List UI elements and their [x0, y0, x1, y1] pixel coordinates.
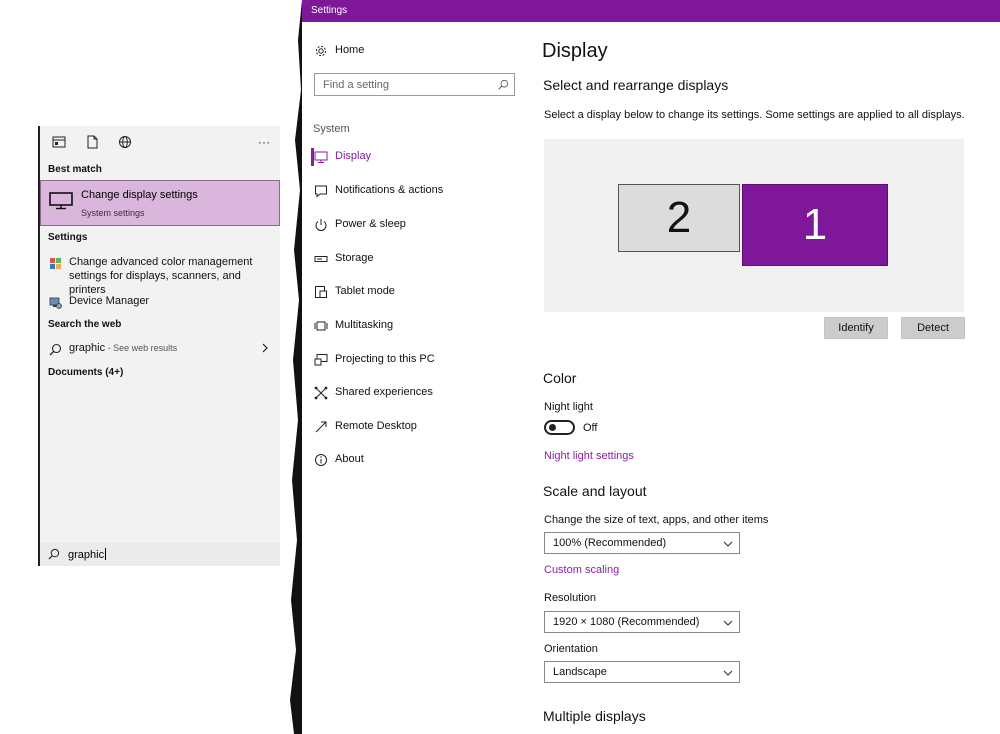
nav-item-notifications[interactable]: Notifications & actions — [312, 182, 522, 202]
scale-layout-title: Scale and layout — [543, 483, 647, 499]
tablet-icon — [315, 286, 327, 298]
search-icon — [498, 79, 509, 90]
search-toolbar: ··· — [40, 126, 280, 160]
nav-item-label: Storage — [335, 252, 374, 264]
detect-button[interactable]: Detect — [901, 317, 965, 339]
color-section-title: Color — [543, 370, 577, 386]
web-search-label: graphic - See web results — [69, 342, 178, 354]
nav-item-label: Shared experiences — [335, 386, 433, 398]
device-manager-icon — [49, 297, 62, 309]
search-web-header: Search the web — [48, 319, 122, 330]
notification-icon — [315, 185, 327, 198]
nav-group-system: System — [313, 123, 350, 135]
nav-item-label: Notifications & actions — [335, 184, 444, 196]
find-setting-placeholder: Find a setting — [323, 79, 390, 91]
search-query[interactable]: graphic — [68, 548, 107, 561]
night-light-state: Off — [583, 422, 598, 434]
color-management-label: Change advanced color management settings… — [69, 256, 253, 296]
resolution-value: 1920 × 1080 (Recommended) — [553, 616, 700, 628]
toggle-knob — [549, 424, 556, 431]
custom-scaling-link[interactable]: Custom scaling — [544, 564, 619, 576]
gear-icon — [315, 45, 327, 57]
window-title: Settings — [311, 5, 348, 16]
device-manager-label: Device Manager — [69, 295, 150, 307]
night-light-label: Night light — [544, 401, 593, 413]
monitor-icon — [314, 151, 328, 163]
nav-item-label: About — [335, 453, 364, 465]
arrange-displays-description: Select a display below to change its set… — [544, 109, 965, 121]
settings-window: Settings Home Find a setting System Disp… — [302, 0, 1000, 734]
search-box[interactable]: graphic — [40, 543, 280, 566]
color-management-result[interactable]: Change advanced color management settings… — [40, 255, 280, 296]
nav-item-label: Projecting to this PC — [335, 353, 435, 365]
nav-item-power[interactable]: Power & sleep — [312, 216, 522, 236]
orientation-dropdown[interactable]: Landscape — [544, 661, 740, 683]
web-search-result[interactable]: graphic - See web results — [40, 341, 280, 357]
documents-header[interactable]: Documents (4+) — [48, 367, 123, 378]
nav-item-label: Display — [335, 150, 372, 162]
chevron-down-icon — [723, 670, 733, 676]
nav-item-label: Power & sleep — [335, 218, 406, 230]
nav-item-tablet-mode[interactable]: Tablet mode — [312, 283, 522, 303]
settings-header: Settings — [48, 232, 88, 243]
nav-home[interactable]: Home — [312, 42, 522, 62]
remote-desktop-icon — [315, 421, 327, 433]
display-1[interactable]: 1 — [742, 184, 888, 266]
display-arrangement-area[interactable]: 2 1 — [544, 139, 964, 312]
scale-label: Change the size of text, apps, and other… — [544, 514, 769, 526]
nav-home-label: Home — [335, 44, 365, 56]
identify-button[interactable]: Identify — [824, 317, 888, 339]
page-title: Display — [542, 40, 608, 62]
apps-filter-icon[interactable] — [51, 134, 67, 150]
color-management-icon — [50, 258, 61, 269]
multiple-displays-title: Multiple displays — [543, 708, 646, 724]
nav-item-label: Remote Desktop — [335, 420, 417, 432]
more-options-icon[interactable]: ··· — [256, 134, 272, 150]
search-icon — [48, 548, 60, 560]
multitasking-icon — [314, 321, 328, 331]
scale-dropdown[interactable]: 100% (Recommended) — [544, 532, 740, 554]
resolution-dropdown[interactable]: 1920 × 1080 (Recommended) — [544, 611, 740, 633]
nav-item-storage[interactable]: Storage — [312, 250, 522, 270]
projecting-icon — [314, 354, 328, 366]
best-match-subtitle: System settings — [81, 208, 145, 218]
scale-value: 100% (Recommended) — [553, 537, 667, 549]
monitor-icon — [49, 192, 73, 210]
info-icon — [315, 454, 327, 466]
chevron-down-icon — [723, 620, 733, 626]
nav-item-label: Multitasking — [335, 319, 394, 331]
orientation-value: Landscape — [553, 666, 607, 678]
title-bar: Settings — [302, 0, 1000, 22]
chevron-right-icon — [262, 343, 268, 353]
nav-item-shared-experiences[interactable]: Shared experiences — [312, 384, 522, 404]
night-light-settings-link[interactable]: Night light settings — [544, 450, 634, 462]
web-filter-icon[interactable] — [117, 134, 133, 150]
nav-item-display[interactable]: Display — [311, 148, 522, 168]
arrange-displays-title: Select and rearrange displays — [543, 77, 729, 93]
chevron-down-icon — [723, 541, 733, 547]
orientation-label: Orientation — [544, 643, 598, 655]
search-icon — [49, 343, 62, 356]
nav-item-projecting[interactable]: Projecting to this PC — [312, 351, 522, 371]
best-match-header: Best match — [48, 164, 102, 175]
find-setting-input[interactable]: Find a setting — [314, 73, 515, 96]
nav-item-remote-desktop[interactable]: Remote Desktop — [312, 418, 522, 438]
storage-icon — [314, 256, 328, 262]
nav-item-label: Tablet mode — [335, 285, 395, 297]
night-light-toggle[interactable] — [544, 420, 575, 435]
best-match-title: Change display settings — [81, 189, 198, 201]
device-manager-result[interactable]: Device Manager — [40, 294, 280, 310]
documents-filter-icon[interactable] — [84, 134, 100, 150]
nav-item-about[interactable]: About — [312, 451, 522, 471]
nav-item-multitasking[interactable]: Multitasking — [312, 317, 522, 337]
display-2[interactable]: 2 — [618, 184, 740, 252]
search-panel: ··· Best match Change display settings S… — [38, 126, 280, 566]
power-icon — [315, 219, 327, 231]
shared-experiences-icon — [314, 386, 328, 400]
best-match-result[interactable]: Change display settings System settings — [40, 180, 280, 226]
resolution-label: Resolution — [544, 592, 596, 604]
